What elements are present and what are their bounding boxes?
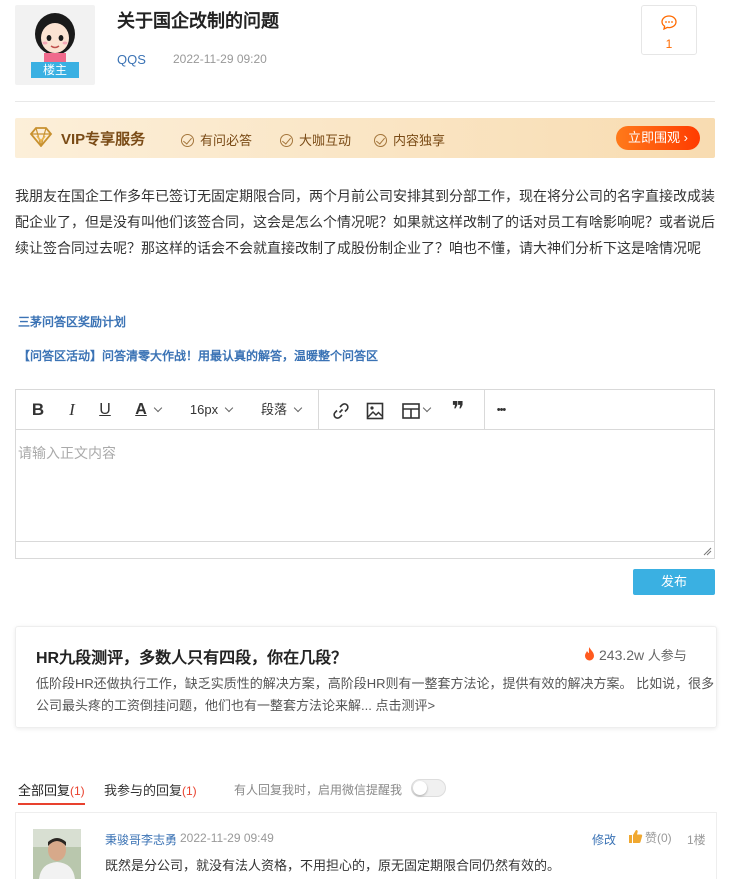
chevron-down-icon	[153, 403, 163, 413]
fire-icon	[585, 647, 594, 661]
avatar[interactable]	[33, 829, 81, 879]
quote-button[interactable]: ❞	[446, 390, 470, 430]
reply-author[interactable]: 秉骏哥李志勇	[105, 831, 177, 848]
table-button[interactable]	[396, 390, 436, 430]
editor-toolbar: B I U A 16px 段落 ❞ •••	[16, 390, 714, 430]
tab-my-replies[interactable]: 我参与的回复(1)	[104, 780, 197, 799]
toolbar-separator	[318, 390, 319, 430]
reply-edit-link[interactable]: 修改	[592, 831, 616, 848]
reply-content: 既然是分公司，就没有法人资格，不用担心的，原无固定期限合同仍然有效的。	[105, 858, 561, 873]
vip-feature: 有问必答	[181, 130, 252, 149]
italic-button[interactable]: I	[62, 390, 82, 430]
reply-date: 2022-11-29 09:49	[180, 831, 274, 845]
hr-card-description: 低阶段HR还做执行工作，缺乏实质性的解决方案，高阶段HR则有一整套方法论，提供有…	[36, 676, 715, 713]
link-button[interactable]	[329, 390, 353, 430]
tab-all-label: 全部回复	[18, 783, 71, 798]
post-body: 我朋友在国企工作多年已签订无固定期限合同，两个月前公司安排其到分部工作，现在将分…	[15, 188, 715, 256]
thumbs-up-icon	[629, 830, 643, 843]
comment-count: 1	[665, 37, 673, 51]
header-divider	[15, 101, 715, 102]
paragraph-select[interactable]: 段落	[250, 390, 312, 430]
resize-handle-icon[interactable]	[702, 546, 712, 556]
tab-mine-count: (1)	[182, 784, 197, 798]
avatar-cartoon-icon	[35, 13, 75, 64]
hr-card-participants: 243.2w 人参与	[583, 645, 687, 664]
comment-icon	[661, 15, 677, 31]
user-photo-icon	[33, 829, 81, 879]
diamond-icon	[29, 127, 53, 147]
chevron-down-icon	[293, 403, 303, 413]
owner-avatar[interactable]: 楼主	[15, 5, 95, 85]
chevron-down-icon	[422, 403, 432, 413]
vip-watch-button[interactable]: 立即围观 ›	[616, 126, 700, 150]
vip-banner[interactable]: VIP专享服务 有问必答 大咖互动 内容独享 立即围观 ›	[15, 118, 715, 158]
reply-like-label: 赞(0)	[645, 831, 672, 845]
tab-all-replies[interactable]: 全部回复(1)	[18, 780, 85, 805]
editor-textarea[interactable]: 请输入正文内容	[16, 431, 714, 543]
participants-count: 243.2w	[599, 647, 645, 663]
wechat-notify-toggle[interactable]	[411, 779, 446, 797]
reply-item: 秉骏哥李志勇 2022-11-29 09:49 修改 赞(0) 1楼 既然是分公…	[15, 812, 717, 879]
hr-card-title: HR九段测评，多数人只有四段，你在几段？	[36, 650, 348, 667]
post-title: 关于国企改制的问题	[117, 11, 279, 31]
activity-link[interactable]: 【问答区活动】问答清零大作战！用最认真的解答，温暖整个问答区	[18, 347, 378, 364]
text-color-button[interactable]: A	[128, 390, 168, 430]
tab-all-count: (1)	[70, 784, 85, 798]
toolbar-separator	[484, 390, 485, 430]
editor-placeholder: 请输入正文内容	[18, 445, 116, 461]
post-author[interactable]: QQS	[117, 52, 146, 67]
tab-mine-label: 我参与的回复	[104, 783, 183, 798]
post-date: 2022-11-29 09:20	[173, 52, 267, 66]
editor-footer-line	[16, 541, 714, 542]
link-icon	[333, 402, 349, 419]
more-button[interactable]: •••	[489, 390, 513, 430]
reply-like-button[interactable]: 赞(0)	[628, 829, 672, 846]
check-circle-icon	[280, 134, 293, 147]
table-icon	[402, 402, 420, 419]
vip-feature: 大咖互动	[280, 130, 351, 149]
image-button[interactable]	[363, 390, 387, 430]
vip-feature: 内容独享	[374, 130, 445, 149]
participants-label: 人参与	[647, 648, 687, 663]
hr-test-card[interactable]: HR九段测评，多数人只有四段，你在几段？ 243.2w 人参与 低阶段HR还做执…	[15, 626, 717, 728]
image-icon	[366, 402, 384, 419]
reward-plan-link[interactable]: 三茅问答区奖励计划	[18, 313, 126, 330]
owner-tag: 楼主	[31, 62, 79, 78]
paragraph-value: 段落	[260, 402, 287, 417]
wechat-notify-label: 有人回复我时，启用微信提醒我	[234, 783, 403, 797]
chevron-down-icon	[224, 403, 234, 413]
reply-floor: 1楼	[687, 833, 706, 847]
reply-editor: B I U A 16px 段落 ❞ ••• 请输入正文内容	[15, 389, 715, 559]
check-circle-icon	[374, 134, 387, 147]
comment-button[interactable]: 1	[641, 5, 697, 55]
underline-button[interactable]: U	[95, 390, 115, 430]
check-circle-icon	[181, 134, 194, 147]
bold-button[interactable]: B	[28, 390, 48, 430]
text-color-icon: A	[135, 401, 147, 418]
font-size-value: 16px	[189, 402, 219, 417]
vip-title: VIP专享服务	[61, 131, 146, 148]
publish-button[interactable]: 发布	[633, 569, 715, 595]
font-size-select[interactable]: 16px	[180, 390, 242, 430]
